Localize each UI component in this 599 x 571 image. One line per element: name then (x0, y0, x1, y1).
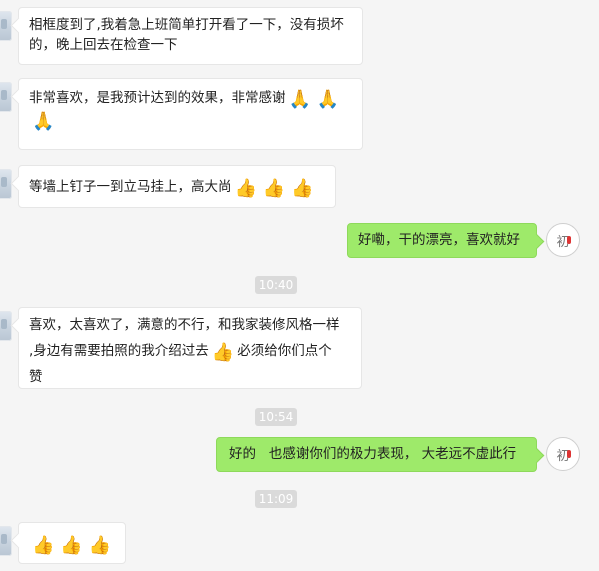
thumbs-up-emoji-icon: 👍 (262, 178, 286, 199)
thumbs-up-emoji-icon: 👍 (291, 178, 314, 199)
message-text: ,身边有需要拍照的我介绍过去 (29, 343, 209, 359)
timestamp: 10:54 (255, 408, 297, 426)
thumbs-up-emoji-icon: 👍 (32, 535, 55, 556)
bow-emoji-icon: 🙏 (288, 89, 311, 110)
message-bubble-incoming[interactable]: 非常喜欢，是我预计达到的效果，非常感谢 🙏 🙏 🙏 (18, 78, 363, 150)
avatar-seal-mark (567, 450, 571, 458)
message-text: 等墙上钉子一到立马挂上，高大尚 (29, 179, 232, 195)
contact-avatar[interactable] (0, 526, 12, 556)
my-avatar[interactable]: 初 (546, 437, 580, 471)
bow-emoji-icon: 🙏 (316, 89, 340, 110)
message-bubble-incoming[interactable]: 喜欢，太喜欢了，满意的不行，和我家装修风格一样 ,身边有需要拍照的我介绍过去 👍 必… (18, 307, 362, 389)
message-text: 好嘞，干的漂亮，喜欢就好 (358, 232, 520, 248)
contact-avatar[interactable] (0, 311, 12, 341)
message-text: 喜欢，太喜欢了，满意的不行，和我家装修风格一样 (29, 317, 340, 333)
bow-emoji-icon: 🙏 (32, 111, 55, 132)
message-text: 好的 也感谢你们的极力表现， 大老远不虚此行 (229, 446, 517, 462)
message-text: 必须给你们点个 (237, 343, 332, 359)
thumbs-up-emoji-icon: 👍 (234, 178, 257, 199)
my-avatar[interactable]: 初 (546, 223, 580, 257)
contact-avatar[interactable] (0, 11, 12, 41)
message-bubble-incoming[interactable]: 等墙上钉子一到立马挂上，高大尚 👍 👍 👍 (18, 165, 336, 208)
message-text: 非常喜欢，是我预计达到的效果，非常感谢 (29, 90, 286, 106)
message-bubble-outgoing[interactable]: 好的 也感谢你们的极力表现， 大老远不虚此行 (216, 437, 537, 472)
contact-avatar[interactable] (0, 82, 12, 112)
message-text: 赞 (29, 369, 43, 385)
thumbs-up-emoji-icon: 👍 (60, 535, 83, 556)
timestamp: 11:09 (255, 490, 297, 508)
message-bubble-incoming[interactable]: 👍 👍 👍 (18, 522, 126, 564)
avatar-seal-mark (567, 236, 571, 244)
contact-avatar[interactable] (0, 169, 12, 199)
thumbs-up-emoji-icon: 👍 (211, 342, 235, 363)
message-bubble-incoming[interactable]: 相框度到了,我着急上班简单打开看了一下，没有损坏 的，晚上回去在检查一下 (18, 7, 363, 65)
message-bubble-outgoing[interactable]: 好嘞，干的漂亮，喜欢就好 (347, 223, 537, 258)
timestamp: 10:40 (255, 276, 297, 294)
thumbs-up-emoji-icon: 👍 (88, 535, 112, 556)
